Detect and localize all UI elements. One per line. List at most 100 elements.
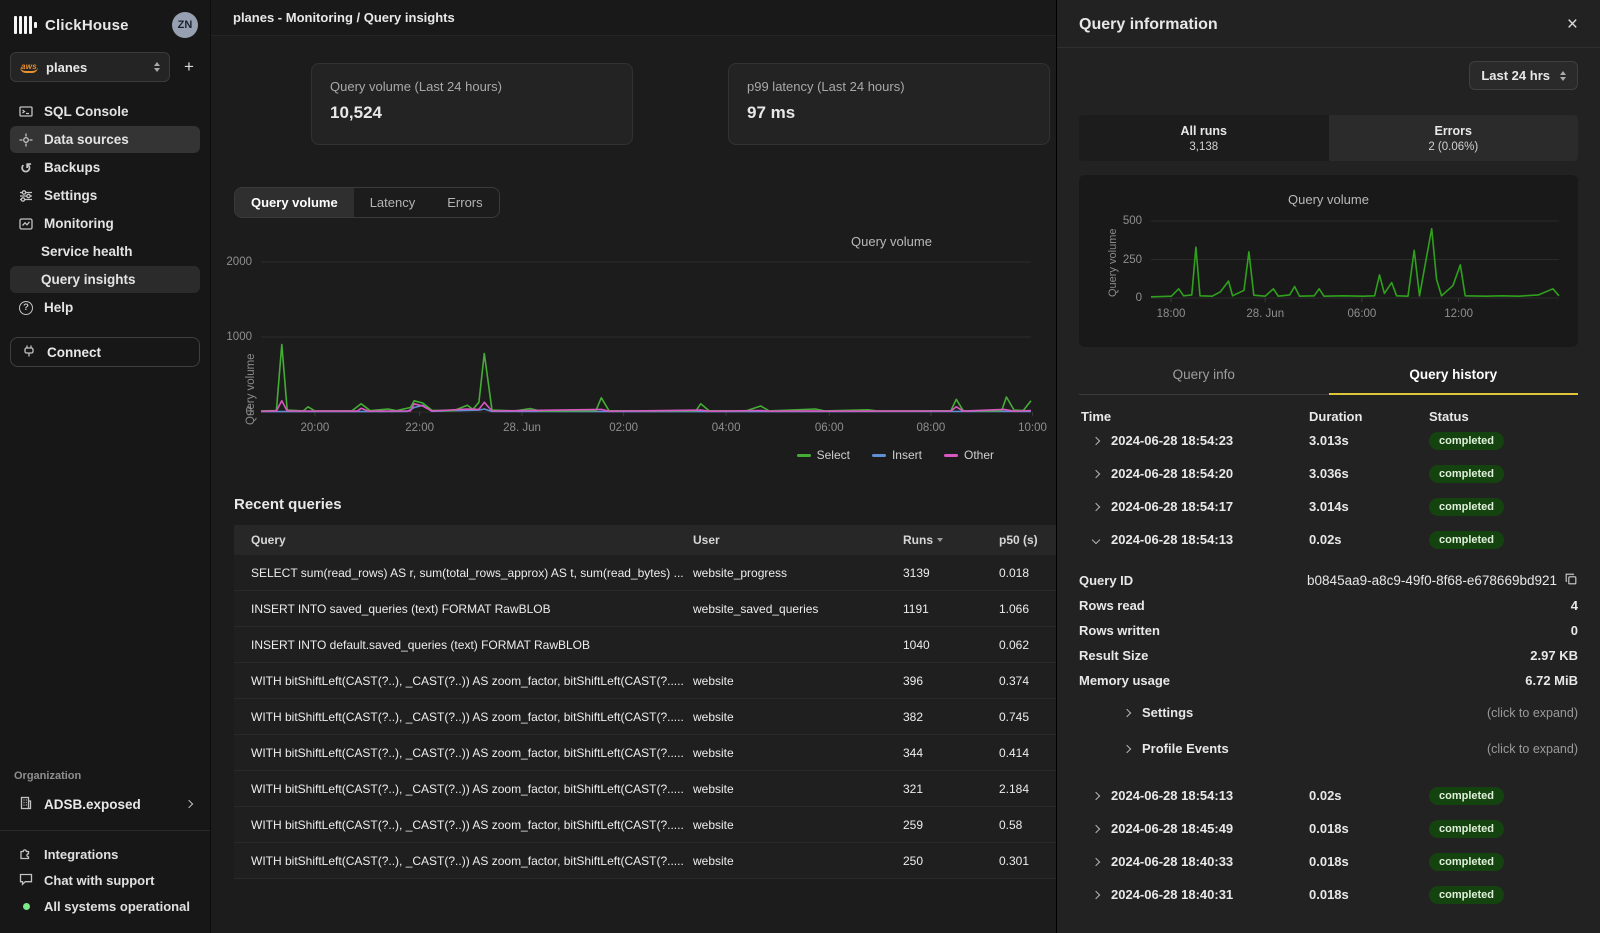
table-row[interactable]: WITH bitShiftLeft(CAST(?..), _CAST(?..))… [234, 699, 1056, 735]
tab-latency[interactable]: Latency [354, 188, 432, 217]
stat-label: p99 latency (Last 24 hours) [747, 79, 1031, 94]
history-row[interactable]: 2024-06-28 18:54:233.013scompleted [1079, 424, 1578, 457]
toggle-all-runs[interactable]: All runs 3,138 [1079, 115, 1329, 161]
table-row[interactable]: INSERT INTO default.saved_queries (text)… [234, 627, 1056, 663]
status-badge: completed [1429, 886, 1504, 904]
table-row[interactable]: SELECT sum(read_rows) AS r, sum(total_ro… [234, 555, 1056, 591]
help-icon: ? [18, 300, 34, 316]
status-badge: completed [1429, 465, 1504, 483]
cell: 3139 [903, 566, 999, 580]
sidebar-item-label: Help [44, 300, 73, 315]
chevron-right-icon[interactable] [1092, 502, 1100, 510]
history-duration: 0.02s [1309, 788, 1429, 803]
history-time: 2024-06-28 18:54:13 [1111, 532, 1233, 547]
history-rows: 2024-06-28 18:54:130.02scompleted2024-06… [1079, 779, 1578, 911]
history-row[interactable]: 2024-06-28 18:54:173.014scompleted [1079, 490, 1578, 523]
connect-button[interactable]: Connect [10, 337, 200, 367]
chevron-right-icon[interactable] [1092, 436, 1100, 444]
status-badge: completed [1429, 498, 1504, 516]
sidebar-item-help[interactable]: ? Help [10, 294, 200, 321]
status-badge: completed [1429, 531, 1504, 549]
history-row[interactable]: 2024-06-28 18:54:130.02scompleted [1079, 523, 1578, 556]
cell: 321 [903, 782, 999, 796]
table-row[interactable]: WITH bitShiftLeft(CAST(?..), _CAST(?..))… [234, 843, 1056, 879]
col-user[interactable]: User [693, 533, 903, 547]
panel-query-volume-chart[interactable]: Query volume Query volume 025050018:0028… [1079, 175, 1578, 347]
table-row[interactable]: INSERT INTO saved_queries (text) FORMAT … [234, 591, 1056, 627]
detail-row: Rows written0 [1079, 618, 1578, 643]
chevron-updown-icon [1560, 71, 1566, 81]
chat-support-link[interactable]: Chat with support [10, 867, 200, 893]
history-time: 2024-06-28 18:40:33 [1111, 854, 1233, 869]
tab-errors[interactable]: Errors [431, 188, 498, 217]
close-icon[interactable]: × [1567, 15, 1578, 34]
table-row[interactable]: WITH bitShiftLeft(CAST(?..), _CAST(?..))… [234, 735, 1056, 771]
sidebar-item-backups[interactable]: ↺ Backups [10, 154, 200, 181]
query-volume-chart[interactable]: Query volume Query volume SelectInsertOt… [211, 230, 1056, 470]
chart-tabs: Query volume Latency Errors [234, 187, 500, 218]
history-row[interactable]: 2024-06-28 18:54:130.02scompleted [1079, 779, 1578, 812]
system-status[interactable]: All systems operational [10, 893, 200, 919]
col-p50[interactable]: p50 (s) [999, 533, 1056, 547]
sidebar-item-sql-console[interactable]: SQL Console [10, 98, 200, 125]
expander-row[interactable]: Profile Events(click to expand) [1079, 732, 1578, 765]
sidebar-item-service-health[interactable]: Service health [10, 238, 200, 265]
cell: 0.414 [999, 746, 1056, 760]
cell: 0.745 [999, 710, 1056, 724]
chevron-right-icon[interactable] [1092, 890, 1100, 898]
integrations-label: Integrations [44, 847, 118, 862]
backups-icon: ↺ [18, 160, 34, 176]
app-root: ClickHouse ZN aws planes + SQL Console [0, 0, 1600, 933]
history-row[interactable]: 2024-06-28 18:45:490.018scompleted [1079, 812, 1578, 845]
detail-row: Rows read4 [1079, 593, 1578, 618]
history-row[interactable]: 2024-06-28 18:40:310.018scompleted [1079, 878, 1578, 911]
col-query[interactable]: Query [234, 533, 693, 547]
sidebar-item-query-insights[interactable]: Query insights [10, 266, 200, 293]
chevron-down-icon[interactable] [1092, 535, 1100, 543]
stat-cards: Query volume (Last 24 hours) 10,524 p99 … [311, 63, 1056, 145]
breadcrumb: planes - Monitoring / Query insights [233, 10, 455, 25]
sort-desc-icon [937, 538, 943, 542]
toggle-errors[interactable]: Errors 2 (0.06%) [1329, 115, 1579, 161]
sidebar-nav: SQL Console Data sources ↺ Backups Setti… [10, 98, 200, 321]
history-duration: 3.036s [1309, 466, 1429, 481]
user-avatar[interactable]: ZN [172, 12, 198, 38]
tab-query-history[interactable]: Query history [1329, 357, 1579, 394]
chevron-right-icon[interactable] [1092, 857, 1100, 865]
expander-row[interactable]: Settings(click to expand) [1079, 696, 1578, 729]
history-duration: 0.018s [1309, 887, 1429, 902]
detail-value: 2.97 KB [1530, 648, 1578, 663]
time-range-selector[interactable]: Last 24 hrs [1469, 61, 1578, 90]
service-selector[interactable]: aws planes [10, 52, 170, 82]
chevron-right-icon[interactable] [1092, 791, 1100, 799]
integrations-link[interactable]: Integrations [10, 841, 200, 867]
copy-icon[interactable] [1564, 572, 1578, 589]
organization-selector[interactable]: ADSB.exposed [10, 790, 200, 818]
add-service-button[interactable]: + [178, 57, 200, 77]
table-row[interactable]: WITH bitShiftLeft(CAST(?..), _CAST(?..))… [234, 771, 1056, 807]
cell: 0.062 [999, 638, 1056, 652]
sidebar-item-settings[interactable]: Settings [10, 182, 200, 209]
detail-value: 6.72 MiB [1525, 673, 1578, 688]
table-row[interactable]: WITH bitShiftLeft(CAST(?..), _CAST(?..))… [234, 807, 1056, 843]
cell: 259 [903, 818, 999, 832]
cell: WITH bitShiftLeft(CAST(?..), _CAST(?..))… [234, 746, 693, 760]
time-range-value: Last 24 hrs [1481, 68, 1550, 83]
history-row[interactable]: 2024-06-28 18:54:203.036scompleted [1079, 457, 1578, 490]
chevron-right-icon[interactable] [1092, 824, 1100, 832]
chevron-right-icon[interactable] [1092, 469, 1100, 477]
cell: 0.301 [999, 854, 1056, 868]
organization-name: ADSB.exposed [44, 797, 141, 812]
history-duration: 3.014s [1309, 499, 1429, 514]
sidebar-item-monitoring[interactable]: Monitoring [10, 210, 200, 237]
tab-query-info[interactable]: Query info [1079, 357, 1329, 394]
aws-icon: aws [20, 62, 38, 73]
cell: WITH bitShiftLeft(CAST(?..), _CAST(?..))… [234, 710, 693, 724]
history-row[interactable]: 2024-06-28 18:40:330.018scompleted [1079, 845, 1578, 878]
brand-name: ClickHouse [45, 17, 129, 34]
cell: website [693, 674, 903, 688]
col-runs[interactable]: Runs [903, 533, 999, 547]
table-row[interactable]: WITH bitShiftLeft(CAST(?..), _CAST(?..))… [234, 663, 1056, 699]
sidebar-item-data-sources[interactable]: Data sources [10, 126, 200, 153]
tab-query-volume[interactable]: Query volume [235, 188, 354, 217]
